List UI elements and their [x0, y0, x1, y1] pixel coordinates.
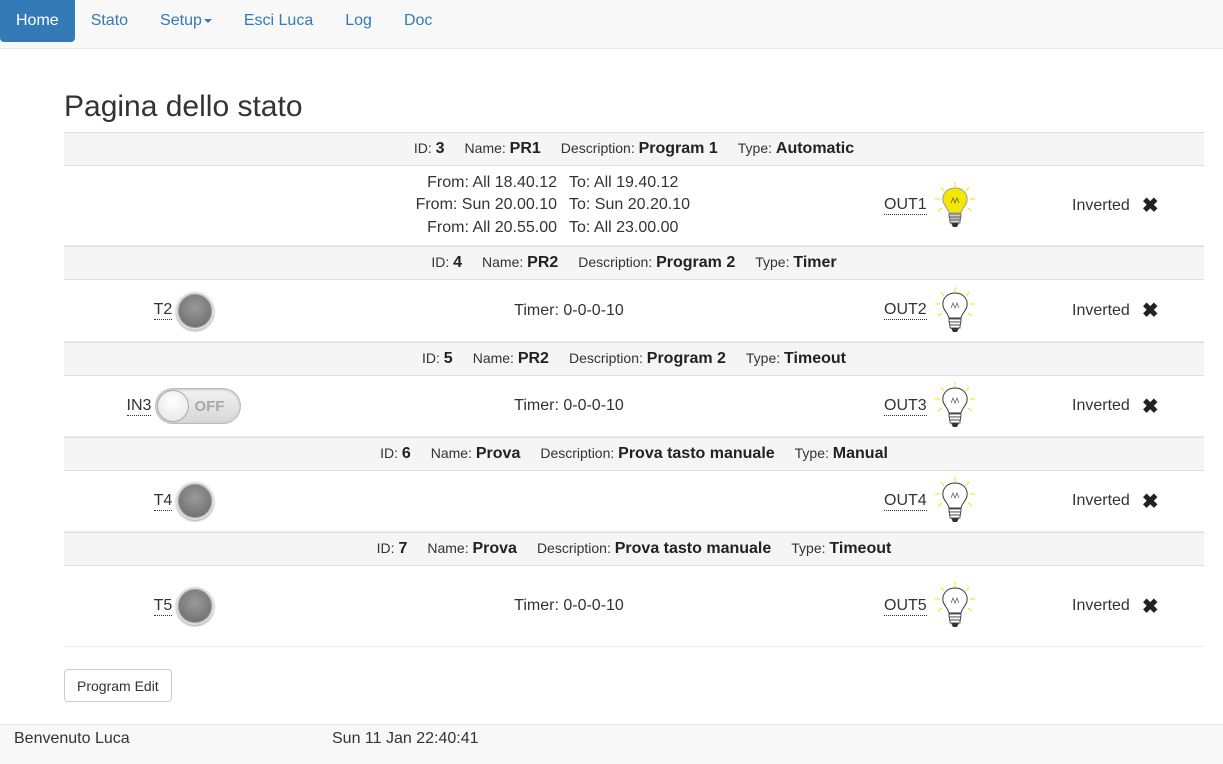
- output-cell: OUT4: [884, 471, 984, 531]
- program-name: Name: PR1: [464, 140, 541, 157]
- program-header: ID: 6 Name: Prova Description: Prova tas…: [64, 437, 1204, 471]
- lightbulb-off-icon[interactable]: [933, 581, 977, 631]
- input-label: T2: [153, 301, 173, 320]
- input-cell: T5: [64, 566, 304, 646]
- inverted-cell: Inverted ✖: [1072, 471, 1172, 531]
- nav-log[interactable]: Log: [329, 0, 388, 42]
- inverted-cell: Inverted ✖: [1072, 566, 1172, 646]
- push-button-knob[interactable]: [176, 482, 215, 520]
- lightbulb-off-icon[interactable]: [933, 286, 977, 336]
- push-button-knob[interactable]: [176, 291, 215, 330]
- program-header: ID: 7 Name: Prova Description: Prova tas…: [64, 532, 1204, 566]
- nav-esci-luca[interactable]: Esci Luca: [228, 0, 329, 42]
- program-body: From: All 18.40.12 To: All 19.40.12 From:…: [64, 166, 1204, 246]
- program-description: Description: Program 2: [568, 350, 726, 367]
- program-name: Name: PR2: [482, 254, 559, 271]
- program-list: ID: 3 Name: PR1 Description: Program 1 T…: [64, 132, 1204, 647]
- program-body: T4 OUT4 Inverted ✖: [64, 471, 1204, 532]
- program-type: Type: Timeout: [791, 540, 892, 557]
- timer-cell: Timer: 0-0-0-10: [364, 566, 774, 646]
- close-icon[interactable]: ✖: [1142, 489, 1159, 514]
- nav-setup-label: Setup: [160, 12, 202, 29]
- footer: Benvenuto Luca Sun 11 Jan 22:40:41: [0, 724, 1223, 764]
- program-id: ID: 5: [422, 350, 453, 367]
- timer-cell: Timer: 0-0-0-10: [364, 280, 774, 341]
- inverted-label: Inverted: [1072, 301, 1130, 319]
- inverted-cell: Inverted ✖: [1072, 166, 1172, 245]
- program-type: Type: Timer: [755, 254, 837, 271]
- program-description: Description: Prova tasto manuale: [536, 540, 772, 557]
- nav-setup-dropdown[interactable]: Setup: [144, 0, 228, 42]
- page-title: Pagina dello stato: [64, 90, 303, 123]
- program-name: Name: PR2: [472, 350, 549, 367]
- input-cell: T4: [64, 471, 304, 531]
- lightbulb-off-icon[interactable]: [933, 476, 977, 526]
- input-cell: IN3 OFF: [64, 376, 304, 436]
- inverted-cell: Inverted ✖: [1072, 280, 1172, 341]
- program-id: ID: 3: [413, 140, 445, 157]
- program-header: ID: 3 Name: PR1 Description: Program 1 T…: [64, 132, 1204, 166]
- output-cell: OUT5: [884, 566, 984, 646]
- close-icon[interactable]: ✖: [1142, 298, 1159, 323]
- program-id: ID: 7: [376, 540, 408, 557]
- output-label: OUT2: [884, 301, 927, 320]
- program-description: Description: Prova tasto manuale: [540, 445, 775, 462]
- output-cell: OUT1: [884, 166, 984, 245]
- caret-down-icon: [203, 18, 212, 23]
- program-id: ID: 6: [380, 445, 411, 462]
- nav-stato[interactable]: Stato: [75, 0, 144, 42]
- schedule-row: From: Sun 20.00.10 To: Sun 20.20.10: [415, 196, 690, 214]
- lightbulb-off-icon[interactable]: [933, 381, 977, 431]
- toggle-state: OFF: [194, 398, 225, 415]
- inverted-label: Inverted: [1072, 196, 1130, 214]
- output-label: OUT1: [884, 196, 927, 215]
- program-type: Type: Automatic: [737, 140, 855, 157]
- program-body: T2 Timer: 0-0-0-10 OUT2 Inverted ✖: [64, 280, 1204, 342]
- program-body: IN3 OFF Timer: 0-0-0-10 OUT3 Inverted ✖: [64, 376, 1204, 437]
- nav-home[interactable]: Home: [0, 0, 75, 42]
- input-label: IN3: [126, 396, 152, 416]
- schedule-list: From: All 18.40.12 To: All 19.40.12 From:…: [364, 166, 774, 245]
- output-cell: OUT3: [884, 376, 984, 436]
- program-header: ID: 5 Name: PR2 Description: Program 2 T…: [64, 342, 1204, 376]
- navbar: Home Stato Setup Esci Luca Log Doc: [0, 0, 1223, 49]
- program-edit-button[interactable]: Program Edit: [64, 669, 172, 702]
- inverted-label: Inverted: [1072, 397, 1130, 414]
- program-type: Type: Timeout: [745, 350, 846, 367]
- toggle-switch[interactable]: OFF: [155, 388, 242, 424]
- input-cell: T2: [64, 280, 304, 341]
- close-icon[interactable]: ✖: [1142, 594, 1159, 619]
- push-button-knob[interactable]: [176, 587, 215, 625]
- toggle-thumb: [157, 390, 190, 422]
- input-label: T4: [153, 491, 173, 511]
- lightbulb-on-icon[interactable]: [933, 181, 977, 231]
- close-icon[interactable]: ✖: [1142, 394, 1159, 419]
- timer-value: Timer: 0-0-0-10: [514, 301, 624, 319]
- program-id: ID: 4: [431, 254, 463, 271]
- program-description: Description: Program 2: [578, 254, 736, 271]
- close-icon[interactable]: ✖: [1142, 193, 1159, 218]
- timer-value: Timer: 0-0-0-10: [514, 397, 624, 414]
- schedule-row: From: All 18.40.12 To: All 19.40.12: [427, 173, 679, 191]
- inverted-label: Inverted: [1072, 492, 1130, 509]
- timer-cell: Timer: 0-0-0-10: [364, 376, 774, 436]
- output-label: OUT3: [884, 396, 927, 416]
- program-body: T5 Timer: 0-0-0-10 OUT5 Inverted ✖: [64, 566, 1204, 647]
- output-cell: OUT2: [884, 280, 984, 341]
- inverted-label: Inverted: [1072, 597, 1130, 614]
- output-label: OUT4: [884, 491, 927, 511]
- welcome-text: Benvenuto Luca: [14, 730, 130, 747]
- program-header: ID: 4 Name: PR2 Description: Program 2 T…: [64, 246, 1204, 280]
- schedule-row: From: All 20.55.00 To: All 23.00.00: [427, 218, 679, 236]
- program-name: Name: Prova: [427, 540, 517, 557]
- program-name: Name: Prova: [430, 445, 521, 462]
- input-label: T5: [153, 596, 173, 616]
- program-description: Description: Program 1: [560, 140, 718, 157]
- clock-text: Sun 11 Jan 22:40:41: [332, 730, 479, 747]
- inverted-cell: Inverted ✖: [1072, 376, 1172, 436]
- program-type: Type: Manual: [794, 445, 888, 462]
- output-label: OUT5: [884, 596, 927, 616]
- nav-doc[interactable]: Doc: [388, 0, 448, 42]
- timer-value: Timer: 0-0-0-10: [514, 597, 624, 614]
